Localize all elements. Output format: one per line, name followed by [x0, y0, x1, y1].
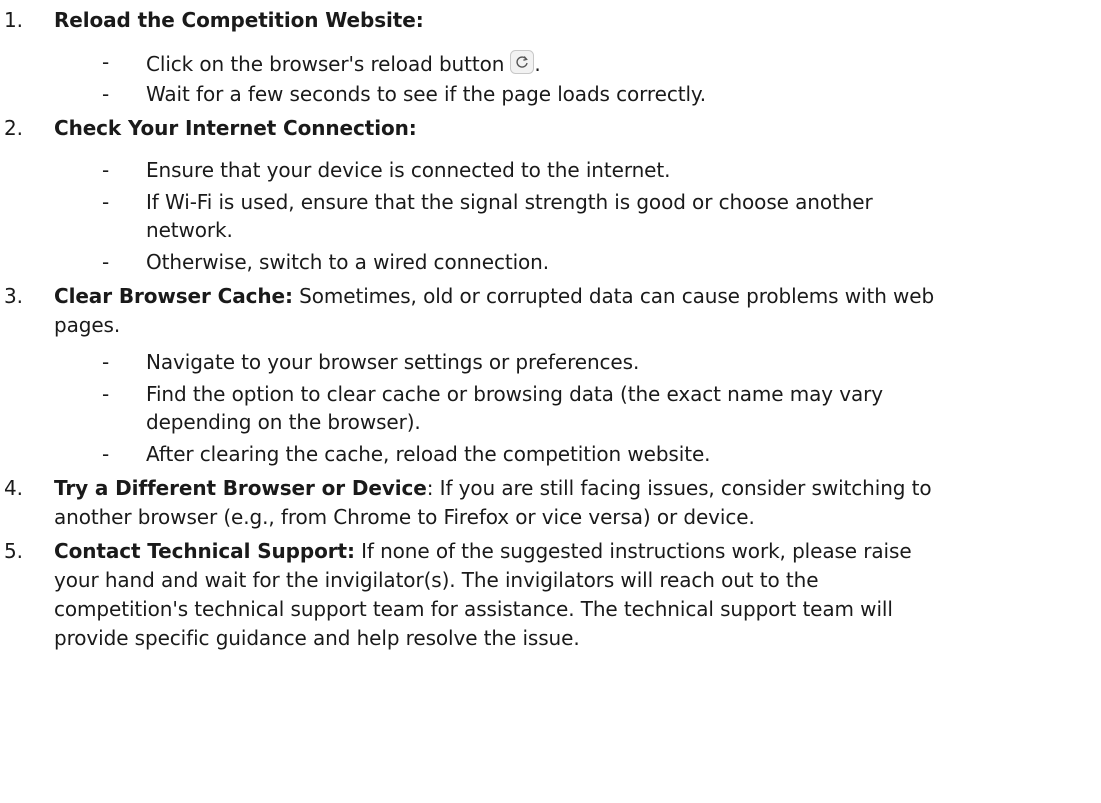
step-title: Reload the Competition Website:	[54, 8, 424, 32]
bullet-text-content: Click on the browser's reload button	[146, 52, 505, 76]
step-desc-continuation: your hand and wait for the invigilator(s…	[54, 568, 819, 592]
bullet-dash: -	[102, 158, 110, 182]
bullet-dash: -	[102, 382, 110, 406]
step-line: Contact Technical Support: If none of th…	[54, 539, 912, 563]
step-line: Clear Browser Cache: Sometimes, old or c…	[54, 284, 934, 308]
bullet-dash: -	[102, 350, 110, 374]
bullet-text-continuation: network.	[146, 218, 233, 242]
bullet-text: Navigate to your browser settings or pre…	[146, 350, 640, 374]
bullet-text: Otherwise, switch to a wired connection.	[146, 250, 550, 274]
step-number: 3.	[4, 284, 23, 308]
step-number: 2.	[4, 116, 23, 140]
step-desc: Sometimes, old or corrupted data can cau…	[292, 284, 935, 308]
bullet-text: Ensure that your device is connected to …	[146, 158, 671, 182]
bullet-dash: -	[102, 250, 110, 274]
bullet-dash: -	[102, 50, 110, 74]
bullet-text: After clearing the cache, reload the com…	[146, 442, 711, 466]
bullet-text: Wait for a few seconds to see if the pag…	[146, 82, 707, 106]
bullet-text-continuation: depending on the browser).	[146, 410, 421, 434]
bullet-dash: -	[102, 82, 110, 106]
step-desc: If none of the suggested instructions wo…	[354, 539, 912, 563]
step-title: Check Your Internet Connection:	[54, 116, 417, 140]
step-desc-continuation: pages.	[54, 313, 121, 337]
bullet-dash: -	[102, 442, 110, 466]
step-desc: : If you are still facing issues, consid…	[426, 476, 932, 500]
bullet-dash: -	[102, 190, 110, 214]
step-number: 4.	[4, 476, 23, 500]
step-title: Try a Different Browser or Device	[54, 476, 427, 500]
bullet-text: If Wi-Fi is used, ensure that the signal…	[146, 190, 873, 214]
reload-icon	[510, 50, 535, 74]
step-number: 1.	[4, 8, 23, 32]
step-number: 5.	[4, 539, 23, 563]
step-desc-continuation: competition's technical support team for…	[54, 597, 893, 621]
bullet-text: Click on the browser's reload button.	[146, 50, 541, 76]
bullet-text: Find the option to clear cache or browsi…	[146, 382, 884, 406]
document: 1. Reload the Competition Website: - Cli…	[0, 0, 1101, 803]
step-line: Try a Different Browser or Device: If yo…	[54, 476, 932, 500]
step-title: Contact Technical Support:	[54, 539, 355, 563]
step-desc-continuation: another browser (e.g., from Chrome to Fi…	[54, 505, 755, 529]
bullet-suffix: .	[534, 52, 541, 76]
step-desc-continuation: provide specific guidance and help resol…	[54, 626, 580, 650]
step-title: Clear Browser Cache:	[54, 284, 293, 308]
